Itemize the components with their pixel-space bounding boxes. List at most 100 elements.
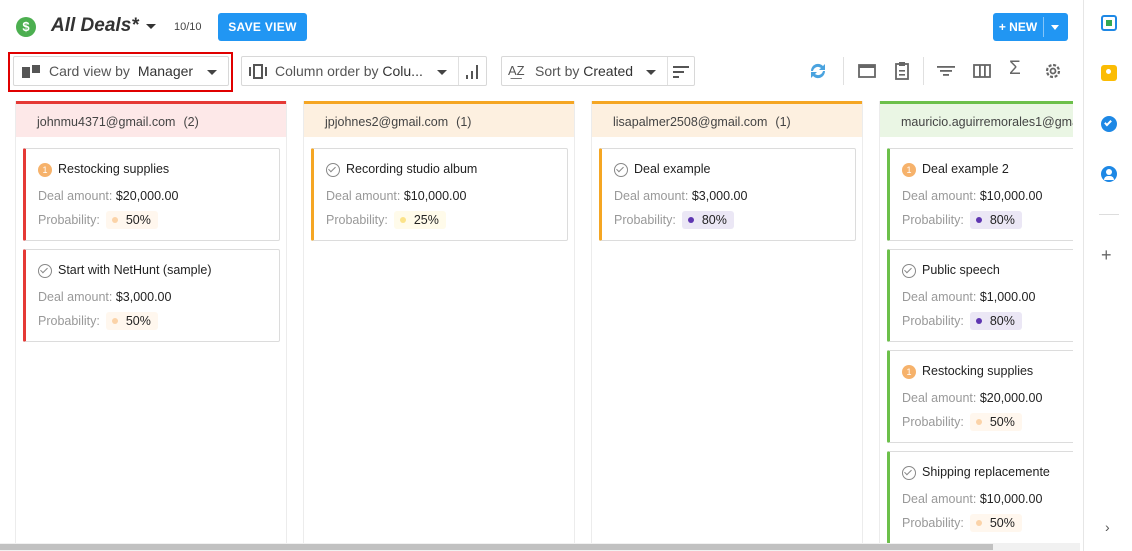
new-dropdown-chevron-icon[interactable] bbox=[1051, 25, 1059, 30]
deal-amount-row: Deal amount: $10,000.00 bbox=[902, 492, 1042, 506]
probability-row: Probability: 25% bbox=[326, 211, 446, 229]
probability-label: Probability: bbox=[326, 213, 388, 227]
deal-card[interactable]: Public speech Deal amount: $1,000.00 Proba… bbox=[887, 249, 1073, 342]
board-column: lisapalmer2508@gmail.com (1) Deal example D… bbox=[591, 101, 863, 543]
deal-title[interactable]: Deal example bbox=[634, 162, 710, 176]
manager-email: jpjohnes2@gmail.com bbox=[325, 115, 449, 129]
columns-view-icon[interactable] bbox=[971, 60, 993, 82]
deal-title[interactable]: Public speech bbox=[922, 263, 1000, 277]
contacts-icon[interactable] bbox=[1101, 166, 1117, 182]
deal-card[interactable]: 1 Deal example 2 Deal amount: $10,000.00 Pr… bbox=[887, 148, 1073, 241]
tasks-icon[interactable] bbox=[1101, 116, 1117, 132]
probability-dot-icon bbox=[975, 217, 982, 223]
board-column: mauricio.aguirremorales1@gmail.com 1 Deal … bbox=[879, 101, 1073, 543]
deal-amount-value: $10,000.00 bbox=[979, 189, 1043, 203]
bar-chart-icon[interactable] bbox=[466, 64, 480, 79]
refresh-icon[interactable] bbox=[807, 60, 829, 82]
deal-title[interactable]: Start with NetHunt (sample) bbox=[58, 263, 212, 277]
sort-select[interactable]: A͟Z Sort by Created bbox=[501, 56, 695, 86]
card-layout-icon[interactable] bbox=[856, 60, 878, 82]
column-header[interactable]: johnmu4371@gmail.com (2) bbox=[16, 101, 286, 137]
column-title: johnmu4371@gmail.com (2) bbox=[37, 115, 199, 129]
deal-card[interactable]: Recording studio album Deal amount: $10,0… bbox=[311, 148, 568, 241]
deal-card[interactable]: 1 Restocking supplies Deal amount: $20,000… bbox=[23, 148, 280, 241]
probability-row: Probability: 80% bbox=[902, 312, 1022, 330]
keep-icon[interactable] bbox=[1101, 65, 1117, 81]
column-order-select[interactable]: Column order by Colu... bbox=[241, 56, 487, 86]
view-title[interactable]: All Deals* bbox=[51, 15, 139, 37]
card-view-select[interactable]: Card view by Manager bbox=[13, 56, 229, 86]
probability-dot-icon bbox=[111, 318, 118, 324]
deal-card[interactable]: Start with NetHunt (sample) Deal amount: … bbox=[23, 249, 280, 342]
column-header[interactable]: mauricio.aguirremorales1@gmail.com bbox=[880, 101, 1073, 137]
chevron-right-icon[interactable]: › bbox=[1105, 519, 1110, 535]
probability-label: Probability: bbox=[902, 314, 964, 328]
task-count-badge-icon: 1 bbox=[38, 163, 52, 177]
probability-row: Probability: 50% bbox=[38, 211, 158, 229]
deal-card[interactable]: Deal example Deal amount: $3,000.00 Probab… bbox=[599, 148, 856, 241]
probability-label: Probability: bbox=[902, 516, 964, 530]
card-view-label: Card view by Manager bbox=[49, 63, 193, 79]
deal-amount-value: $10,000.00 bbox=[403, 189, 467, 203]
deal-title[interactable]: Restocking supplies bbox=[58, 162, 169, 176]
add-addon-icon[interactable]: + bbox=[1101, 246, 1112, 264]
probability-dot-icon bbox=[111, 217, 118, 223]
probability-value: 50% bbox=[989, 516, 1015, 530]
sort-az-icon: A͟Z bbox=[508, 63, 525, 78]
deal-amount-value: $1,000.00 bbox=[979, 290, 1036, 304]
save-view-button[interactable]: SAVE VIEW bbox=[218, 13, 307, 41]
probability-value: 80% bbox=[701, 213, 727, 227]
new-button[interactable]: + NEW bbox=[993, 13, 1068, 41]
probability-badge: 25% bbox=[393, 211, 446, 229]
gear-icon[interactable] bbox=[1042, 60, 1064, 82]
horizontal-scrollbar[interactable] bbox=[0, 543, 1080, 551]
probability-badge: 80% bbox=[969, 211, 1022, 229]
probability-badge: 80% bbox=[969, 312, 1022, 330]
probability-label: Probability: bbox=[614, 213, 676, 227]
probability-value: 80% bbox=[989, 213, 1015, 227]
deal-title[interactable]: Shipping replacemente bbox=[922, 465, 1050, 479]
deal-amount-value: $20,000.00 bbox=[115, 189, 179, 203]
deal-title[interactable]: Deal example 2 bbox=[922, 162, 1009, 176]
column-order-value: Colu... bbox=[382, 63, 423, 79]
column-header[interactable]: jpjohnes2@gmail.com (1) bbox=[304, 101, 574, 137]
deal-title[interactable]: Restocking supplies bbox=[922, 364, 1033, 378]
deal-amount-label: Deal amount: bbox=[614, 189, 689, 203]
probability-value: 50% bbox=[125, 314, 151, 328]
chevron-down-icon bbox=[646, 70, 656, 75]
chevron-down-icon[interactable] bbox=[146, 24, 156, 29]
column-header[interactable]: lisapalmer2508@gmail.com (1) bbox=[592, 101, 862, 137]
deal-amount-row: Deal amount: $3,000.00 bbox=[38, 290, 171, 304]
manager-email: lisapalmer2508@gmail.com bbox=[613, 115, 768, 129]
clipboard-icon[interactable] bbox=[891, 60, 913, 82]
sort-label: Sort by Created bbox=[535, 63, 633, 79]
columns-icon bbox=[249, 64, 267, 79]
scrollbar-thumb[interactable] bbox=[0, 544, 993, 550]
manager-email: mauricio.aguirremorales1@gmail.com bbox=[901, 115, 1073, 129]
probability-badge: 50% bbox=[969, 514, 1022, 532]
board-column: johnmu4371@gmail.com (2) 1 Restocking suppl… bbox=[15, 101, 287, 543]
probability-badge: 50% bbox=[105, 312, 158, 330]
probability-row: Probability: 80% bbox=[902, 211, 1022, 229]
side-panel: + › bbox=[1083, 0, 1132, 551]
filter-icon[interactable] bbox=[935, 60, 957, 82]
sort-direction-icon[interactable] bbox=[673, 66, 689, 78]
column-count: (1) bbox=[456, 115, 472, 129]
check-circle-icon bbox=[326, 163, 340, 177]
deal-card[interactable]: Shipping replacemente Deal amount: $10,00… bbox=[887, 451, 1073, 543]
divider bbox=[667, 57, 668, 85]
probability-label: Probability: bbox=[38, 314, 100, 328]
divider bbox=[843, 57, 844, 85]
deal-amount-value: $3,000.00 bbox=[115, 290, 172, 304]
sum-icon[interactable]: Σ bbox=[1009, 58, 1031, 80]
deal-title[interactable]: Recording studio album bbox=[346, 162, 477, 176]
calendar-icon[interactable] bbox=[1101, 15, 1117, 31]
deal-amount-row: Deal amount: $3,000.00 bbox=[614, 189, 747, 203]
probability-dot-icon bbox=[975, 520, 982, 526]
divider bbox=[458, 57, 459, 85]
probability-value: 50% bbox=[125, 213, 151, 227]
dollar-icon: $ bbox=[16, 17, 36, 37]
deal-amount-value: $20,000.00 bbox=[979, 391, 1043, 405]
deal-card[interactable]: 1 Restocking supplies Deal amount: $20,000… bbox=[887, 350, 1073, 443]
new-button-label[interactable]: + NEW bbox=[993, 13, 1043, 41]
